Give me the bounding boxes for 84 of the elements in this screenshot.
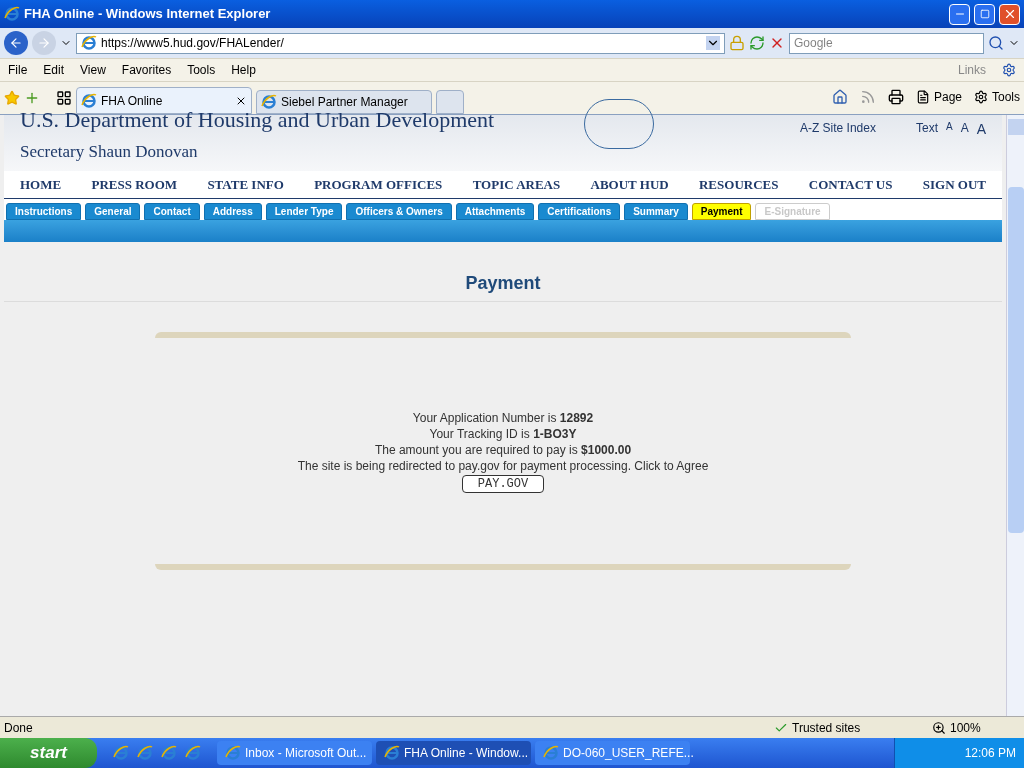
browser-logo-icon [81, 35, 97, 51]
site-index-link[interactable]: A-Z Site Index [799, 119, 876, 137]
form-tab[interactable]: Certifications [538, 203, 621, 220]
quick-tabs-icon[interactable] [56, 90, 72, 106]
text-size-link[interactable]: A [976, 119, 986, 140]
home-icon[interactable] [831, 89, 848, 105]
info-text: The amount you are required to pay is $1000.00 [374, 441, 632, 458]
secretary-name: Secretary Shaun Donovan [20, 141, 199, 163]
nav-link[interactable]: TOPIC AREAS [472, 174, 561, 195]
zoom-level[interactable]: 100% [950, 718, 1020, 737]
search-icon[interactable] [988, 35, 1004, 51]
form-tab[interactable]: Summary [624, 203, 688, 220]
page-icon[interactable] [915, 90, 930, 104]
tools-menu[interactable]: Tools [992, 88, 1020, 106]
task-label: Inbox - Microsoft Out... [245, 745, 367, 762]
dropdown-icon[interactable] [706, 36, 720, 50]
print-icon[interactable] [887, 89, 904, 105]
menu-item[interactable]: File [8, 61, 28, 79]
form-tab[interactable]: Lender Type [265, 203, 343, 220]
zoom-icon[interactable] [932, 720, 946, 735]
nav-link[interactable]: CONTACT US [808, 174, 893, 195]
page-menu[interactable]: Page [933, 88, 962, 106]
form-tab[interactable]: General [85, 203, 141, 220]
nav-link[interactable]: HOME [20, 174, 62, 195]
nav-link[interactable]: STATE INFO [207, 174, 284, 195]
form-tab[interactable]: Attachments [455, 203, 535, 220]
pay-button[interactable]: PAY.GOV [462, 474, 544, 493]
refresh-icon[interactable] [749, 35, 765, 51]
info-text: Your Tracking ID is 1-BO3Y [429, 425, 577, 442]
address-field[interactable]: https://www5.hud.gov/FHALender/ [76, 32, 725, 54]
page-heading: Payment [465, 272, 541, 295]
browser-logo-icon [161, 745, 177, 761]
search-field[interactable]: Google [789, 32, 984, 54]
nav-link[interactable]: ABOUT HUD [590, 174, 669, 195]
forward-arrow-icon [37, 36, 51, 50]
task-label: FHA Online - Window... [404, 745, 529, 762]
feed-icon[interactable] [859, 89, 876, 105]
info-text: Your Application Number is 12892 [412, 409, 594, 426]
browser-logo-icon [137, 745, 153, 761]
taskbar-button[interactable]: FHA Online - Window... [376, 741, 531, 765]
form-tab[interactable]: Contact [144, 203, 200, 220]
info-text: The site is being redirected to pay.gov for payment processing. Click to Agree [297, 457, 709, 474]
close-button[interactable] [999, 3, 1020, 25]
browser-logo-icon [384, 745, 400, 761]
form-tab[interactable]: Instructions [6, 203, 82, 220]
menu-item[interactable]: View [80, 61, 106, 79]
menu-item[interactable]: Help [231, 61, 256, 79]
minimize-button[interactable] [949, 3, 970, 25]
nav-link[interactable]: SIGN OUT [922, 174, 986, 195]
browser-logo-icon [543, 745, 559, 761]
nav-link[interactable]: PRESS ROOM [91, 174, 178, 195]
form-tab[interactable]: Address [203, 203, 262, 220]
menu-item[interactable]: Tools [187, 61, 216, 79]
back-arrow-icon [9, 36, 23, 50]
browser-logo-icon [113, 745, 129, 761]
window-title: FHA Online - Windows Internet Explorer [24, 5, 272, 24]
back-button[interactable] [4, 31, 28, 55]
form-tab[interactable]: Payment [691, 203, 752, 220]
gear-icon[interactable] [1002, 63, 1016, 77]
scrollbar[interactable] [1006, 115, 1024, 716]
menu-item[interactable]: Edit [43, 61, 65, 79]
browser-logo-icon [81, 92, 97, 109]
browser-logo-icon [225, 745, 241, 761]
maximize-icon [979, 9, 990, 19]
tab-label: Siebel Partner Manager [281, 94, 409, 111]
browser-logo-icon [4, 6, 20, 22]
url-text: https://www5.hud.gov/FHALender/ [101, 35, 285, 52]
text-size-link[interactable]: A [960, 119, 969, 137]
browser-logo-icon [185, 745, 201, 761]
form-tab[interactable]: Officers & Owners [346, 203, 452, 220]
security-zone: Trusted sites [792, 719, 862, 737]
browser-tab[interactable]: Siebel Partner Manager [256, 90, 432, 114]
gear-icon[interactable] [974, 90, 988, 104]
text-size-link[interactable]: A [945, 119, 953, 134]
taskbar-button[interactable]: Inbox - Microsoft Out... [217, 741, 372, 765]
maximize-button[interactable] [974, 3, 995, 25]
clock: 12:06 PM [964, 745, 1016, 762]
nav-link[interactable]: PROGRAM OFFICES [314, 174, 443, 195]
browser-logo-icon [261, 94, 277, 110]
menu-item[interactable]: Favorites [121, 61, 172, 79]
text-size-label: Text [915, 120, 938, 137]
nav-link[interactable]: RESOURCES [699, 174, 779, 195]
tab-label: FHA Online [101, 92, 164, 110]
status-text: Done [4, 719, 34, 737]
